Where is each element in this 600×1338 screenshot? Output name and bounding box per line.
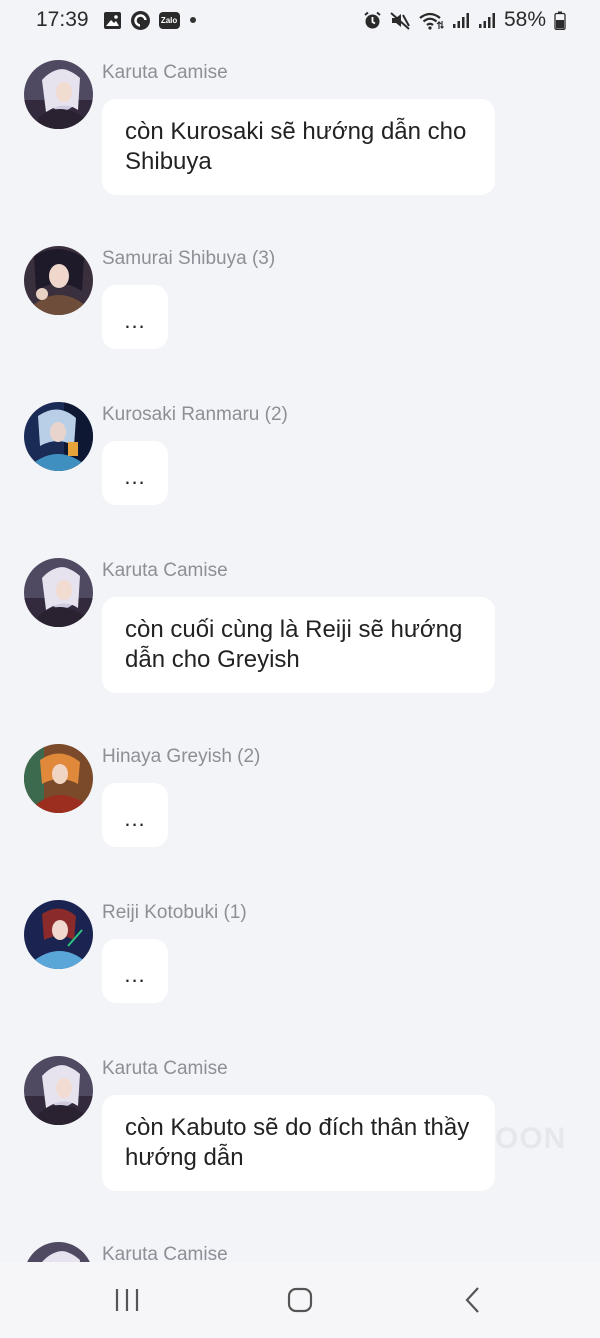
avatar[interactable] — [24, 558, 93, 627]
gallery-icon — [103, 11, 122, 30]
sender-name: Samurai Shibuya (3) — [102, 248, 276, 269]
home-button[interactable] — [270, 1270, 330, 1330]
battery-icon — [554, 11, 566, 30]
sender-name: Karuta Camise — [102, 560, 228, 581]
message-bubble[interactable]: ... — [102, 285, 168, 349]
chat-message-list[interactable]: Karuta Camise còn Kurosaki sẽ hướng dẫn … — [0, 40, 600, 1262]
battery-percent: 58% — [503, 8, 546, 31]
avatar[interactable] — [24, 402, 93, 471]
recent-apps-icon — [115, 1289, 138, 1311]
sender-name: Karuta Camise — [102, 1244, 228, 1262]
mute-icon — [390, 11, 411, 30]
avatar[interactable] — [24, 1242, 93, 1262]
avatar[interactable] — [24, 900, 93, 969]
avatar[interactable] — [24, 246, 93, 315]
wifi-icon — [419, 11, 444, 30]
signal-icon — [452, 11, 470, 29]
status-bar: 17:39 Zalo 58% — [0, 0, 600, 40]
status-left: 17:39 Zalo — [36, 8, 196, 32]
message-bubble[interactable]: còn Kurosaki sẽ hướng dẫn cho Shibuya — [102, 99, 495, 195]
sender-name: Karuta Camise — [102, 1058, 228, 1079]
back-icon — [465, 1287, 480, 1313]
back-button[interactable] — [443, 1270, 503, 1330]
sender-name: Kurosaki Ranmaru (2) — [102, 404, 288, 425]
message-bubble[interactable]: còn Kabuto sẽ do đích thân thầy hướng dẫ… — [102, 1095, 495, 1191]
message-bubble[interactable]: còn cuối cùng là Reiji sẽ hướng dẫn cho … — [102, 597, 495, 693]
avatar[interactable] — [24, 60, 93, 129]
message-bubble[interactable]: ... — [102, 441, 168, 505]
sender-name: Karuta Camise — [102, 62, 228, 83]
avatar[interactable] — [24, 1056, 93, 1125]
notification-dot-icon — [189, 17, 196, 23]
message-bubble[interactable]: ... — [102, 783, 168, 847]
zalo-icon: Zalo — [158, 11, 180, 29]
sender-name: Reiji Kotobuki (1) — [102, 902, 247, 923]
alarm-icon — [363, 11, 382, 30]
avatar[interactable] — [24, 744, 93, 813]
watermark: OON — [495, 1122, 567, 1155]
signal-icon — [478, 11, 496, 29]
home-icon — [287, 1287, 313, 1313]
recent-apps-button[interactable] — [97, 1270, 157, 1330]
status-right: 58% — [363, 8, 566, 32]
navigation-bar — [0, 1262, 600, 1338]
sender-name: Hinaya Greyish (2) — [102, 746, 261, 767]
message-bubble[interactable]: ... — [102, 939, 168, 1003]
status-time: 17:39 — [36, 8, 89, 31]
messenger-icon — [130, 10, 151, 31]
